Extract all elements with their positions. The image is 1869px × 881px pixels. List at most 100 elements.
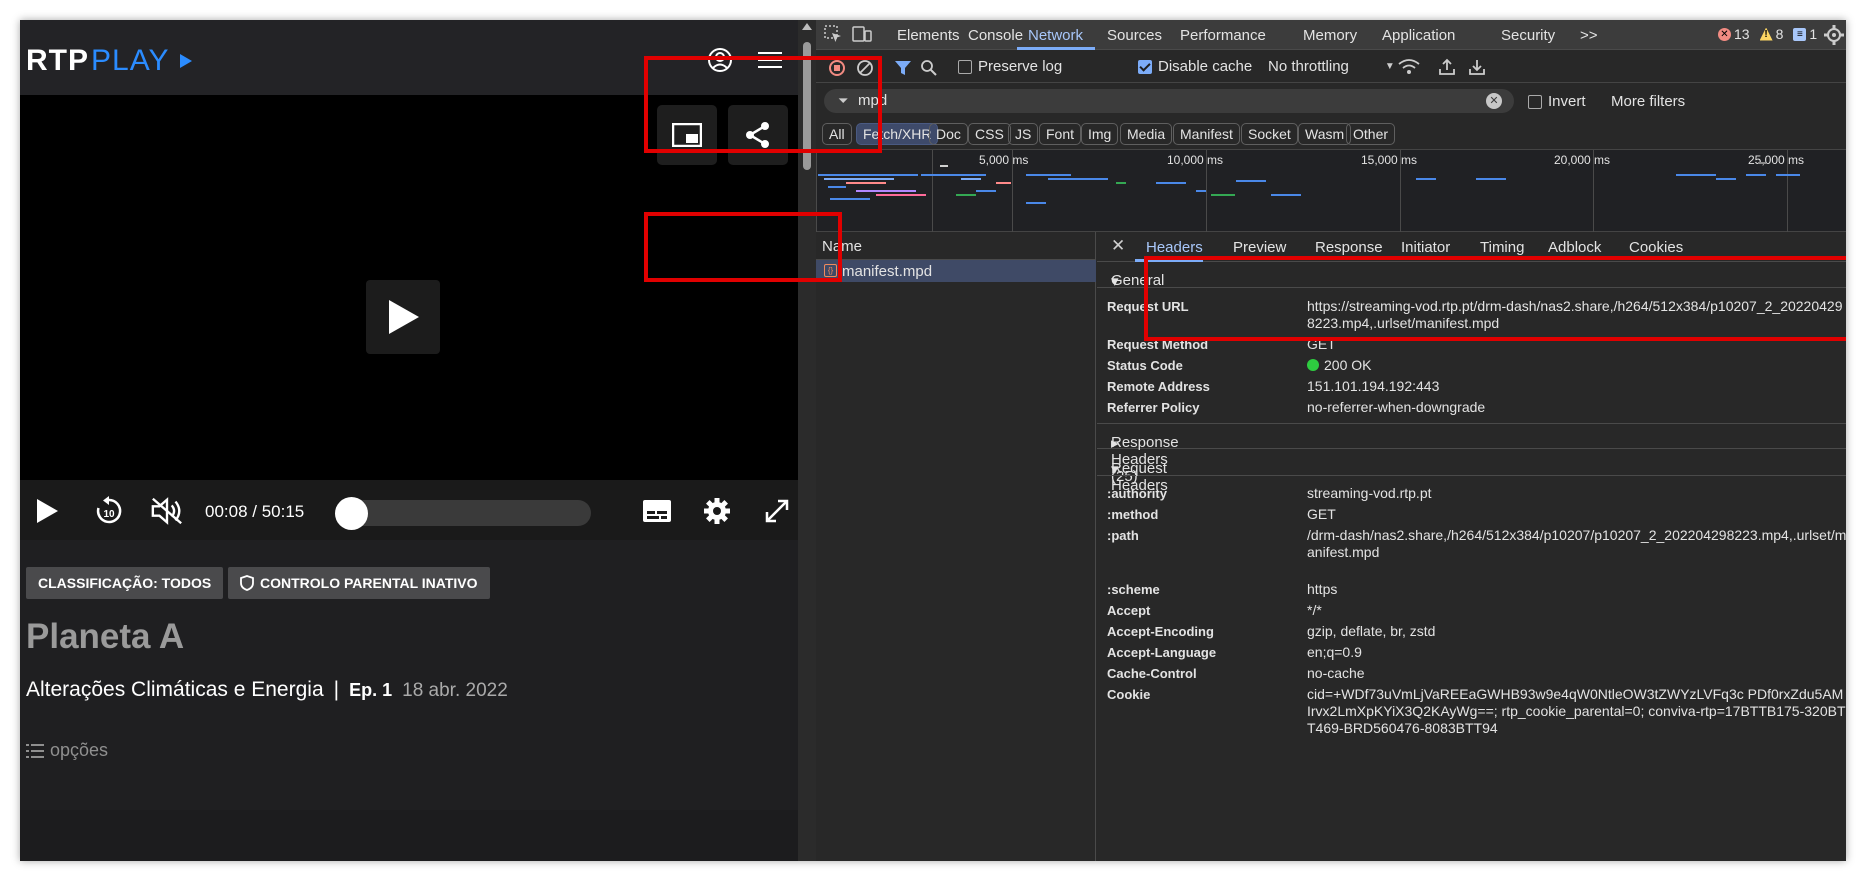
filter-row: ⏷ mpd ✕ Invert More filters xyxy=(816,84,1846,118)
throttling-select[interactable]: No throttling ▼ xyxy=(1268,58,1395,75)
filter-input[interactable]: ⏷ mpd ✕ xyxy=(824,89,1514,113)
tab-application[interactable]: Application xyxy=(1382,27,1455,44)
request-row-manifest[interactable]: {} manifest.mpd xyxy=(816,260,1096,282)
filter-funnel-icon[interactable] xyxy=(894,59,912,77)
record-stop-icon[interactable] xyxy=(828,59,846,77)
type-manifest[interactable]: Manifest xyxy=(1173,123,1240,145)
video-area[interactable] xyxy=(20,95,798,480)
tab-network[interactable]: Network xyxy=(1028,27,1083,44)
type-socket[interactable]: Socket xyxy=(1241,123,1298,145)
network-conditions-wifi-icon[interactable] xyxy=(1398,58,1420,76)
big-play-button[interactable] xyxy=(366,280,440,354)
disable-cache-checkbox[interactable]: Disable cache xyxy=(1138,58,1252,75)
tab-security[interactable]: Security xyxy=(1501,27,1555,44)
rewind-10-button[interactable]: 10 xyxy=(92,494,126,528)
options-menu[interactable]: opções xyxy=(26,740,108,761)
response-headers-section-header[interactable]: ▸ Response Headers (25) xyxy=(1097,423,1846,485)
timeline-request-bar xyxy=(1026,174,1071,176)
subtitles-button[interactable] xyxy=(640,494,674,528)
timeline-request-bar xyxy=(1271,194,1301,196)
tab-console[interactable]: Console xyxy=(968,27,1023,44)
type-js[interactable]: JS xyxy=(1008,123,1039,145)
import-har-upload-icon[interactable] xyxy=(1438,58,1456,76)
timeline-request-bar xyxy=(976,190,996,192)
tab-preview[interactable]: Preview xyxy=(1233,239,1286,256)
type-other[interactable]: Other xyxy=(1346,123,1396,145)
request-method-value: GET xyxy=(1307,336,1336,352)
type-fetch-xhr[interactable]: Fetch/XHR xyxy=(856,123,939,145)
scroll-up-arrow-icon[interactable] xyxy=(802,23,812,30)
parental-control-badge[interactable]: CONTROLO PARENTAL INATIVO xyxy=(228,567,490,599)
export-har-download-icon[interactable] xyxy=(1468,58,1486,76)
type-all[interactable]: All xyxy=(822,123,852,145)
issue-counters[interactable]: ✕ 13 ! 8 ≡ 1 xyxy=(1718,26,1817,42)
tab-sources[interactable]: Sources xyxy=(1107,27,1162,44)
tab-cookies[interactable]: Cookies xyxy=(1629,239,1683,256)
tab-timing[interactable]: Timing xyxy=(1480,239,1524,256)
inspect-element-icon[interactable] xyxy=(824,25,842,43)
hamburger-menu-icon[interactable] xyxy=(755,45,785,75)
timeline-request-bar xyxy=(856,190,916,192)
tab-performance[interactable]: Performance xyxy=(1180,27,1266,44)
request-header-key: Cookie xyxy=(1107,687,1151,702)
scrollbar-thumb[interactable] xyxy=(803,42,811,170)
type-media[interactable]: Media xyxy=(1120,123,1173,145)
user-account-icon[interactable] xyxy=(705,45,735,75)
site-header: RTP PLAY xyxy=(20,20,798,95)
clear-log-icon[interactable] xyxy=(856,59,874,77)
timeline-request-bar xyxy=(1776,174,1800,176)
network-overview-timeline[interactable]: 5,000 ms 10,000 ms 15,000 ms 20,000 ms 2… xyxy=(816,149,1846,233)
invert-check[interactable] xyxy=(1528,94,1542,109)
seek-knob[interactable] xyxy=(335,497,368,530)
request-header-value: /drm-dash/nas2.share,/h264/512x384/p1020… xyxy=(1307,527,1846,560)
seek-bar[interactable] xyxy=(335,500,591,526)
share-button[interactable] xyxy=(728,105,788,165)
search-icon[interactable] xyxy=(920,59,938,77)
timeline-request-bar xyxy=(818,174,918,176)
info-count[interactable]: ≡ 1 xyxy=(1793,26,1817,42)
warning-count[interactable]: ! 8 xyxy=(1759,26,1783,42)
name-column-header[interactable]: Name xyxy=(816,232,1096,260)
preserve-log-checkbox[interactable]: Preserve log xyxy=(958,58,1062,75)
error-count[interactable]: ✕ 13 xyxy=(1718,26,1750,42)
preserve-log-check[interactable] xyxy=(958,59,972,74)
timeline-label: 25,000 ms xyxy=(1748,153,1805,167)
type-doc[interactable]: Doc xyxy=(929,123,968,145)
page-scrollbar[interactable] xyxy=(798,20,816,861)
settings-button[interactable] xyxy=(700,494,734,528)
clear-filter-icon[interactable]: ✕ xyxy=(1486,93,1502,109)
device-toolbar-icon[interactable] xyxy=(852,25,872,43)
invert-checkbox[interactable]: Invert xyxy=(1528,93,1586,110)
close-detail-icon[interactable]: ✕ xyxy=(1111,236,1125,256)
rtp-play-logo[interactable]: RTP PLAY xyxy=(26,44,192,77)
devtools-panel: Elements Console Network Sources Perform… xyxy=(816,20,1846,861)
general-section-header[interactable]: ▾ General xyxy=(1097,262,1846,290)
type-font[interactable]: Font xyxy=(1039,123,1082,145)
type-css[interactable]: CSS xyxy=(968,123,1011,145)
disable-cache-label: Disable cache xyxy=(1158,58,1253,75)
tab-headers[interactable]: Headers xyxy=(1146,239,1203,256)
disable-cache-check[interactable] xyxy=(1138,59,1152,74)
devtools-settings-gear-icon[interactable] xyxy=(1824,25,1844,45)
tab-adblock[interactable]: Adblock xyxy=(1548,239,1601,256)
tab-memory[interactable]: Memory xyxy=(1303,27,1357,44)
picture-in-picture-button[interactable] xyxy=(657,105,717,165)
tab-response[interactable]: Response xyxy=(1315,239,1383,256)
tab-initiator[interactable]: Initiator xyxy=(1401,239,1450,256)
fullscreen-button[interactable] xyxy=(760,494,794,528)
more-tabs-button[interactable]: >> xyxy=(1580,27,1598,44)
type-wasm[interactable]: Wasm xyxy=(1298,123,1352,145)
request-headers-section-header[interactable]: ▾ Request Headers xyxy=(1097,450,1846,494)
request-header-key: :method xyxy=(1107,507,1159,522)
more-filters-button[interactable]: More filters xyxy=(1611,93,1685,110)
chevron-down-icon: ▼ xyxy=(1384,61,1395,72)
timeline-request-bar xyxy=(876,194,926,196)
play-control-button[interactable] xyxy=(30,494,64,528)
mute-button[interactable] xyxy=(150,494,184,528)
tab-elements[interactable]: Elements xyxy=(897,27,960,44)
network-toolbar: Preserve log Disable cache No throttling… xyxy=(816,51,1846,83)
player-pane: RTP PLAY 10 00:08 / 50:15 CLASSIFICAÇÃO:… xyxy=(20,20,798,861)
type-img[interactable]: Img xyxy=(1081,123,1119,145)
timeline-request-bar xyxy=(961,178,981,180)
status-code-value: 200 OK xyxy=(1307,357,1846,374)
